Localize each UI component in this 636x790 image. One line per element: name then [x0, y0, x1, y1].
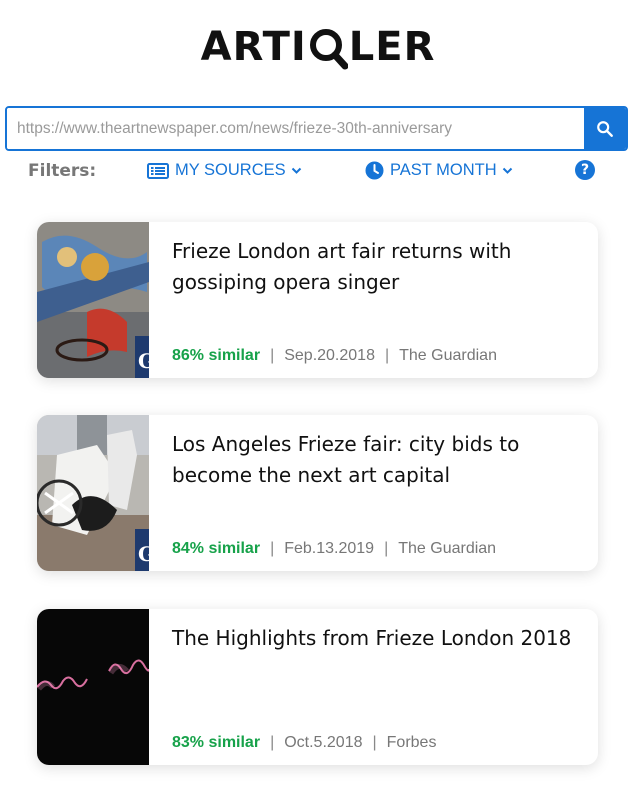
article-meta: 86% similar | Sep.20.2018 | The Guardian: [172, 347, 497, 365]
search-icon: [597, 120, 613, 137]
time-range-label: PAST MONTH: [390, 161, 497, 179]
help-button[interactable]: ?: [575, 160, 595, 180]
article-card[interactable]: G Frieze London art fair returns with go…: [37, 222, 598, 378]
article-thumbnail: [37, 609, 149, 765]
article-date: Sep.20.2018: [284, 347, 375, 364]
article-card[interactable]: G Los Angeles Frieze fair: city bids to …: [37, 415, 598, 571]
time-range-filter[interactable]: PAST MONTH: [365, 161, 513, 180]
similarity-score: 86% similar: [172, 347, 261, 364]
app-logo: ARTI LER: [0, 24, 636, 80]
filters-bar: Filters: MY SOURCES PAST MONTH: [0, 158, 636, 186]
article-thumbnail: G: [37, 415, 149, 571]
svg-text:G: G: [138, 542, 149, 566]
article-source: Forbes: [386, 734, 437, 751]
article-card[interactable]: The Highlights from Frieze London 2018 8…: [37, 609, 598, 765]
filters-label: Filters:: [28, 161, 97, 181]
logo-text-end: LER: [348, 24, 436, 70]
meta-separator: |: [270, 540, 275, 557]
my-sources-filter[interactable]: MY SOURCES: [147, 161, 302, 180]
clock-icon: [365, 161, 384, 180]
logo-text-start: ARTI: [200, 24, 307, 70]
meta-separator: |: [384, 347, 390, 364]
list-icon: [147, 162, 169, 179]
article-title[interactable]: Frieze London art fair returns with goss…: [172, 236, 578, 298]
article-title[interactable]: Los Angeles Frieze fair: city bids to be…: [172, 429, 578, 491]
article-thumbnail: G: [37, 222, 149, 378]
chevron-down-icon: [502, 167, 512, 174]
article-source: The Guardian: [399, 347, 497, 364]
search-button[interactable]: [584, 108, 626, 149]
meta-separator: |: [270, 347, 275, 364]
meta-separator: |: [270, 734, 275, 751]
article-meta: 84% similar | Feb.13.2019 | The Guardian: [172, 540, 496, 558]
url-search-input[interactable]: [7, 108, 584, 149]
my-sources-label: MY SOURCES: [175, 161, 286, 179]
svg-text:G: G: [138, 349, 149, 373]
chevron-down-icon: [291, 167, 301, 174]
search-bar: [5, 106, 628, 151]
similarity-score: 83% similar: [172, 734, 261, 751]
meta-separator: |: [384, 540, 389, 557]
article-source: The Guardian: [398, 540, 497, 557]
article-meta: 83% similar | Oct.5.2018 | Forbes: [172, 734, 436, 752]
article-date: Oct.5.2018: [284, 734, 363, 751]
magnifier-q-icon: [308, 24, 349, 70]
article-title[interactable]: The Highlights from Frieze London 2018: [172, 623, 578, 654]
similarity-score: 84% similar: [172, 540, 261, 557]
meta-separator: |: [372, 734, 377, 751]
article-date: Feb.13.2019: [284, 540, 375, 557]
